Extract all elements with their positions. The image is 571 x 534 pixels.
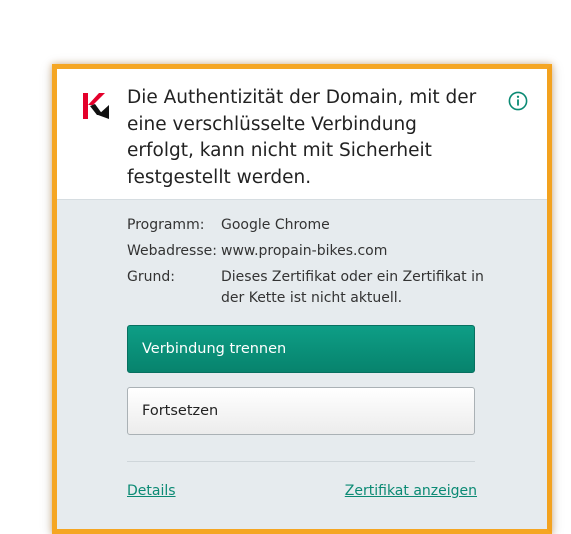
info-icon[interactable] (508, 91, 528, 111)
details-link[interactable]: Details (127, 483, 176, 499)
continue-button[interactable]: Fortsetzen (127, 387, 475, 435)
detail-label: Webadresse: (127, 243, 217, 259)
show-certificate-link[interactable]: Zertifikat anzeigen (345, 483, 477, 499)
detail-value: www.propain-bikes.com (221, 243, 388, 259)
detail-row-program: Programm: Google Chrome (127, 215, 507, 236)
security-alert-dialog: Die Authentizität der Domain, mit der ei… (52, 64, 552, 534)
detail-value: Dieses Zertifikat oder ein Zertifikat in… (221, 269, 484, 306)
divider (127, 461, 475, 462)
detail-value: Google Chrome (221, 217, 330, 233)
connection-details: Programm: Google Chrome Webadresse: www.… (127, 215, 507, 314)
dialog-title: Die Authentizität der Domain, mit der ei… (127, 87, 477, 188)
kaspersky-logo-icon (81, 91, 111, 121)
dialog-header: Die Authentizität der Domain, mit der ei… (57, 69, 547, 200)
detail-label: Programm: (127, 217, 205, 233)
detail-row-reason: Grund: Dieses Zertifikat oder ein Zertif… (127, 267, 507, 309)
disconnect-button[interactable]: Verbindung trennen (127, 325, 475, 373)
detail-label: Grund: (127, 269, 175, 285)
detail-row-address: Webadresse: www.propain-bikes.com (127, 241, 507, 262)
